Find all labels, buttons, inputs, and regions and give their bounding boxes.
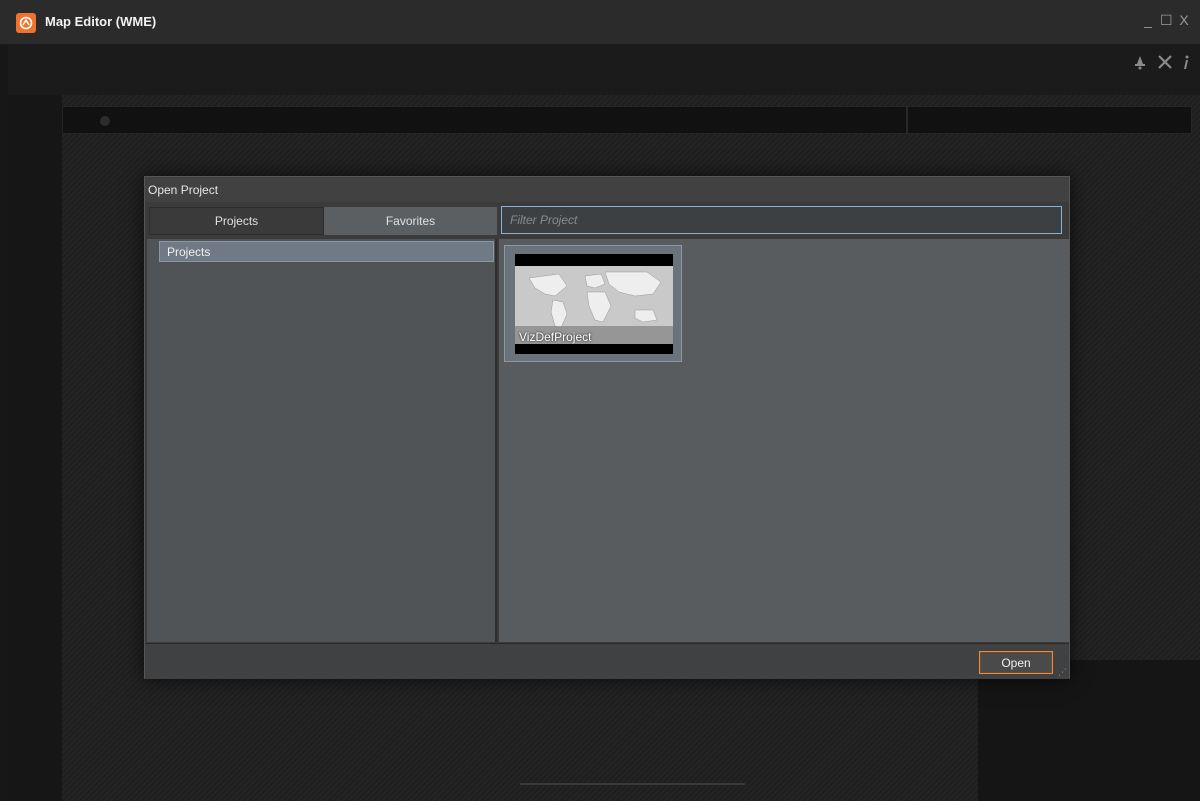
dialog-footer: Open	[145, 643, 1069, 679]
background-divider-line	[520, 783, 745, 785]
project-card[interactable]: VizDefProject	[504, 245, 682, 362]
tab-favorites[interactable]: Favorites	[324, 207, 497, 235]
open-project-dialog: Open Project Projects Favorites Projects	[144, 176, 1070, 679]
dialog-title: Open Project	[145, 177, 1069, 202]
app-logo-icon	[16, 13, 36, 33]
tools-icon[interactable]	[1156, 54, 1174, 75]
background-map-preview	[978, 660, 1200, 801]
project-tree-pane: Projects	[147, 239, 497, 642]
title-bar: Map Editor (WME) _ ☐ X	[0, 0, 1200, 45]
project-tabs: Projects Favorites	[149, 207, 497, 235]
window-controls: _ ☐ X	[1142, 12, 1190, 29]
background-status-dot	[100, 116, 110, 126]
project-thumbnail: VizDefProject	[515, 254, 673, 354]
tree-item-projects[interactable]: Projects	[159, 241, 494, 262]
filter-project-input[interactable]	[501, 206, 1062, 234]
maximize-icon[interactable]: ☐	[1160, 12, 1173, 29]
project-name: VizDefProject	[519, 330, 592, 344]
app-title: Map Editor (WME)	[45, 14, 157, 29]
resize-grip-icon[interactable]: ⋰	[1058, 667, 1068, 677]
toolbar-icons	[1132, 54, 1190, 75]
main-toolbar	[8, 45, 1200, 95]
tab-projects[interactable]: Projects	[149, 207, 324, 235]
open-button[interactable]: Open	[979, 651, 1053, 674]
close-icon[interactable]: X	[1178, 12, 1190, 29]
background-sidebar	[8, 95, 62, 801]
info-icon[interactable]	[1182, 54, 1190, 75]
minimize-icon[interactable]: _	[1142, 12, 1154, 29]
background-panel-header	[62, 106, 1192, 134]
project-grid-pane: VizDefProject	[499, 239, 1069, 642]
background-divider	[906, 106, 908, 134]
alert-icon[interactable]	[1132, 54, 1148, 75]
